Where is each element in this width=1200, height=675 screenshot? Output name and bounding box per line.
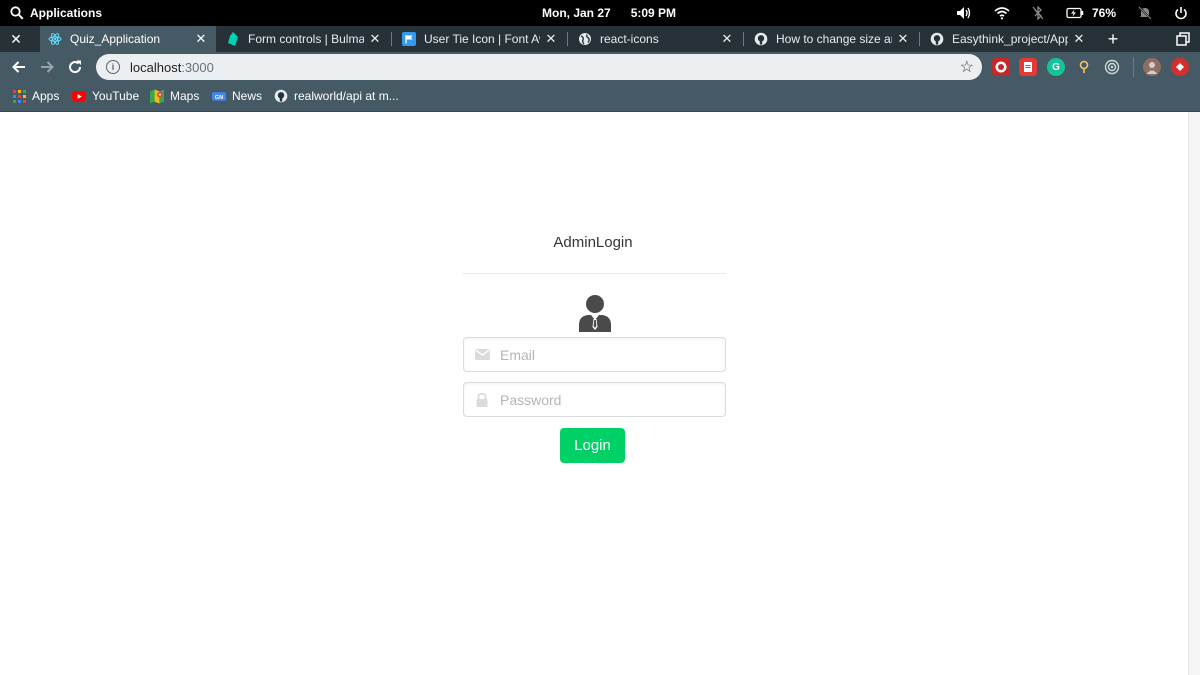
email-field[interactable] [463, 337, 726, 372]
bookmark-news[interactable]: GN News [212, 82, 262, 110]
arrow-right-icon [41, 61, 54, 73]
envelope-icon [464, 338, 500, 371]
extension-red-icon[interactable] [992, 58, 1010, 76]
news-icon: GN [212, 89, 226, 103]
tab-close-icon[interactable]: ✕ [1072, 31, 1086, 47]
bookmark-youtube[interactable]: YouTube [72, 82, 139, 110]
tab-title: How to change size and [776, 32, 892, 46]
tab-user-tie-icon[interactable]: User Tie Icon | Font Awe ✕ [394, 26, 566, 52]
email-input[interactable] [500, 346, 700, 363]
youtube-icon [72, 89, 86, 103]
github-icon [274, 89, 288, 103]
tab-close-icon[interactable]: ✕ [544, 31, 558, 47]
tab-easythink-project[interactable]: Easythink_project/App.js ✕ [922, 26, 1094, 52]
tab-bulma-form-controls[interactable]: Form controls | Bulma: F ✕ [218, 26, 390, 52]
os-top-bar: Applications Mon, Jan 27 5:09 PM 76% [0, 0, 1200, 26]
password-field[interactable] [463, 382, 726, 417]
react-icon [48, 32, 62, 46]
grammarly-icon[interactable]: G [1047, 58, 1065, 76]
login-button[interactable]: Login [560, 428, 625, 463]
site-info-icon[interactable]: i [106, 60, 120, 74]
bookmark-label: News [232, 89, 263, 103]
tab-close-icon[interactable]: ✕ [368, 31, 382, 47]
tab-separator [919, 32, 920, 46]
tab-separator [743, 32, 744, 46]
tab-quiz-application[interactable]: Quiz_Application ✕ [40, 26, 216, 52]
tab-strip: ✕ Quiz_Application ✕ Form controls | Bul… [0, 26, 1200, 52]
volume-icon[interactable] [956, 6, 972, 20]
tab-react-icons[interactable]: react-icons ✕ [570, 26, 742, 52]
tab-separator [391, 32, 392, 46]
bookmark-label: YouTube [92, 89, 140, 103]
globe-icon [578, 32, 592, 46]
tab-title: Easythink_project/App.js [952, 32, 1068, 46]
tab-title: react-icons [600, 32, 659, 46]
url-port: :3000 [181, 59, 214, 75]
page-title: AdminLogin [553, 234, 633, 251]
bookmark-realworld-api[interactable]: realworld/api at m... [274, 82, 399, 110]
activities-menu[interactable]: Applications [10, 0, 102, 26]
new-tab-button[interactable]: + [1104, 28, 1122, 50]
tab-title: Quiz_Application [70, 32, 161, 46]
apps-grid-icon [12, 89, 26, 103]
battery-charging-icon [1066, 7, 1084, 19]
github-icon [930, 32, 944, 46]
search-icon [10, 6, 24, 20]
close-window-button[interactable]: ✕ [8, 30, 24, 48]
notifications-off-icon[interactable] [1138, 6, 1152, 20]
tab-how-to-change-size[interactable]: How to change size and ✕ [746, 26, 918, 52]
extension-target-icon[interactable] [1103, 58, 1121, 76]
bookmark-star-icon[interactable]: ☆ [960, 57, 974, 77]
address-bar[interactable]: i localhost:3000 ☆ [96, 54, 982, 80]
reload-button[interactable] [64, 56, 86, 78]
bookmark-apps[interactable]: Apps [12, 82, 59, 110]
tab-title: Form controls | Bulma: F [248, 32, 364, 46]
battery-percent: 76% [1091, 6, 1116, 20]
bookmarks-bar: Apps YouTube Maps GN News realworld/api … [0, 82, 1200, 112]
bookmark-maps[interactable]: Maps [150, 82, 199, 110]
github-icon [754, 32, 768, 46]
wifi-icon[interactable] [994, 6, 1010, 20]
date-label: Mon, Jan 27 [542, 6, 611, 20]
power-icon[interactable] [1174, 6, 1188, 20]
tab-separator [567, 32, 568, 46]
bookmark-label: Apps [32, 89, 60, 103]
tab-close-icon[interactable]: ✕ [194, 31, 208, 47]
bulma-icon [226, 32, 240, 46]
toolbar-divider [1133, 57, 1134, 77]
tab-close-icon[interactable]: ✕ [720, 31, 734, 47]
user-tie-icon [579, 295, 611, 332]
forward-button[interactable] [36, 56, 58, 78]
arrow-left-icon [12, 61, 25, 73]
time-label: 5:09 PM [630, 6, 677, 20]
bluetooth-off-icon[interactable] [1032, 6, 1044, 20]
tab-search-icon[interactable] [1176, 32, 1190, 46]
title-divider [462, 273, 726, 274]
reload-icon [69, 60, 82, 74]
password-input[interactable] [500, 391, 700, 408]
back-button[interactable] [8, 56, 30, 78]
page-viewport: AdminLogin Login [0, 112, 1188, 675]
tab-title: User Tie Icon | Font Awe [424, 32, 540, 46]
bookmark-label: realworld/api at m... [294, 89, 399, 103]
maps-icon [150, 89, 164, 103]
tab-close-icon[interactable]: ✕ [896, 31, 910, 47]
bookmark-label: Maps [170, 89, 200, 103]
battery-indicator[interactable]: 76% [1066, 6, 1116, 20]
profile-avatar[interactable] [1143, 58, 1161, 76]
url-host: localhost [130, 59, 182, 75]
lock-icon [464, 383, 500, 416]
page-scrollbar[interactable] [1188, 112, 1200, 675]
svg-text:GN: GN [215, 94, 223, 100]
font-awesome-flag-icon [402, 32, 416, 46]
extension-key-icon[interactable] [1075, 58, 1093, 76]
activities-label: Applications [30, 6, 103, 20]
update-alert-icon[interactable] [1171, 58, 1189, 76]
extension-pdf-icon[interactable] [1019, 58, 1037, 76]
clock[interactable]: Mon, Jan 27 5:09 PM [542, 0, 676, 26]
